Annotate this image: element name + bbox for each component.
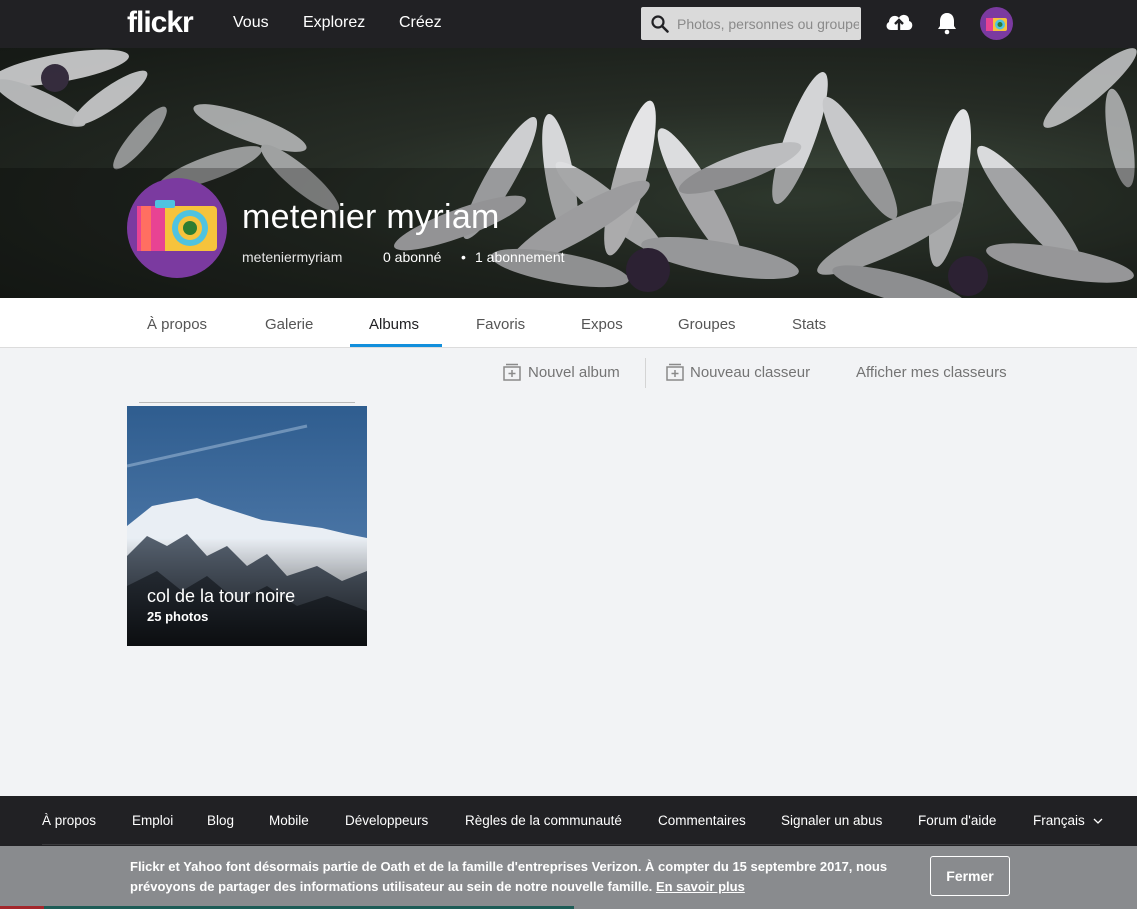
action-divider <box>645 358 646 388</box>
album-photo-count: 25 photos <box>147 609 209 624</box>
close-notice-button[interactable]: Fermer <box>930 856 1010 896</box>
footer-link-guidelines[interactable]: Règles de la communauté <box>465 813 622 828</box>
camera-avatar-icon <box>137 200 217 251</box>
album-title[interactable]: col de la tour noire <box>147 586 295 607</box>
following-link[interactable]: 1 abonnement <box>475 249 565 265</box>
profile-tabs: À propos Galerie Albums Favoris Expos Gr… <box>0 298 1137 348</box>
profile-name: metenier myriam <box>242 198 500 236</box>
footer-link-blog[interactable]: Blog <box>207 813 234 828</box>
flickr-logo[interactable]: flickr <box>127 6 194 40</box>
footer-link-help-forum[interactable]: Forum d'aide <box>918 813 996 828</box>
show-collections-link[interactable]: Afficher mes classeurs <box>856 364 1007 381</box>
followers-link[interactable]: 0 abonné <box>383 249 441 265</box>
footer-divider <box>42 844 1100 845</box>
upload-cloud-icon[interactable] <box>884 10 914 34</box>
footer-link-mobile[interactable]: Mobile <box>269 813 309 828</box>
active-tab-indicator <box>350 344 442 347</box>
tab-favorites[interactable]: Favoris <box>476 316 525 333</box>
footer: À propos Emploi Blog Mobile Développeurs… <box>0 796 1137 846</box>
footer-link-report-abuse[interactable]: Signaler un abus <box>781 813 882 828</box>
notice-message: Flickr et Yahoo font désormais partie de… <box>130 857 910 897</box>
new-album-button[interactable]: Nouvel album <box>528 364 620 381</box>
tab-galleries[interactable]: Expos <box>581 316 623 333</box>
tab-albums[interactable]: Albums <box>369 316 419 333</box>
search-icon[interactable] <box>651 15 669 33</box>
tab-groups[interactable]: Groupes <box>678 316 736 333</box>
tab-stats[interactable]: Stats <box>792 316 826 333</box>
learn-more-link[interactable]: En savoir plus <box>656 879 745 894</box>
new-collection-icon[interactable] <box>665 362 685 382</box>
language-selector[interactable]: Français <box>1033 813 1103 828</box>
footer-link-jobs[interactable]: Emploi <box>132 813 173 828</box>
tab-gallery[interactable]: Galerie <box>265 316 313 333</box>
profile-avatar[interactable] <box>127 178 227 278</box>
separator-dot: • <box>461 249 466 265</box>
album-stack-edge <box>139 402 355 403</box>
footer-link-developers[interactable]: Développeurs <box>345 813 428 828</box>
bell-icon[interactable] <box>936 11 958 35</box>
profile-username: meteniermyriam <box>242 249 343 265</box>
camera-avatar-icon <box>986 18 1007 31</box>
new-album-icon[interactable] <box>502 362 522 382</box>
footer-link-feedback[interactable]: Commentaires <box>658 813 746 828</box>
nav-you[interactable]: Vous <box>233 14 269 32</box>
notice-text: Flickr et Yahoo font désormais partie de… <box>130 859 888 894</box>
tab-about[interactable]: À propos <box>147 316 207 333</box>
search-box <box>641 7 861 40</box>
chevron-down-icon <box>1093 818 1102 824</box>
user-avatar[interactable] <box>980 7 1013 40</box>
language-label: Français <box>1033 813 1085 828</box>
nav-create[interactable]: Créez <box>399 14 442 32</box>
footer-link-about[interactable]: À propos <box>42 813 96 828</box>
nav-explore[interactable]: Explorez <box>303 14 365 32</box>
search-input[interactable] <box>677 7 859 40</box>
top-navigation-bar: flickr Vous Explorez Créez <box>0 0 1137 48</box>
new-collection-button[interactable]: Nouveau classeur <box>690 364 810 381</box>
privacy-notice-banner: Flickr et Yahoo font désormais partie de… <box>0 846 1137 909</box>
